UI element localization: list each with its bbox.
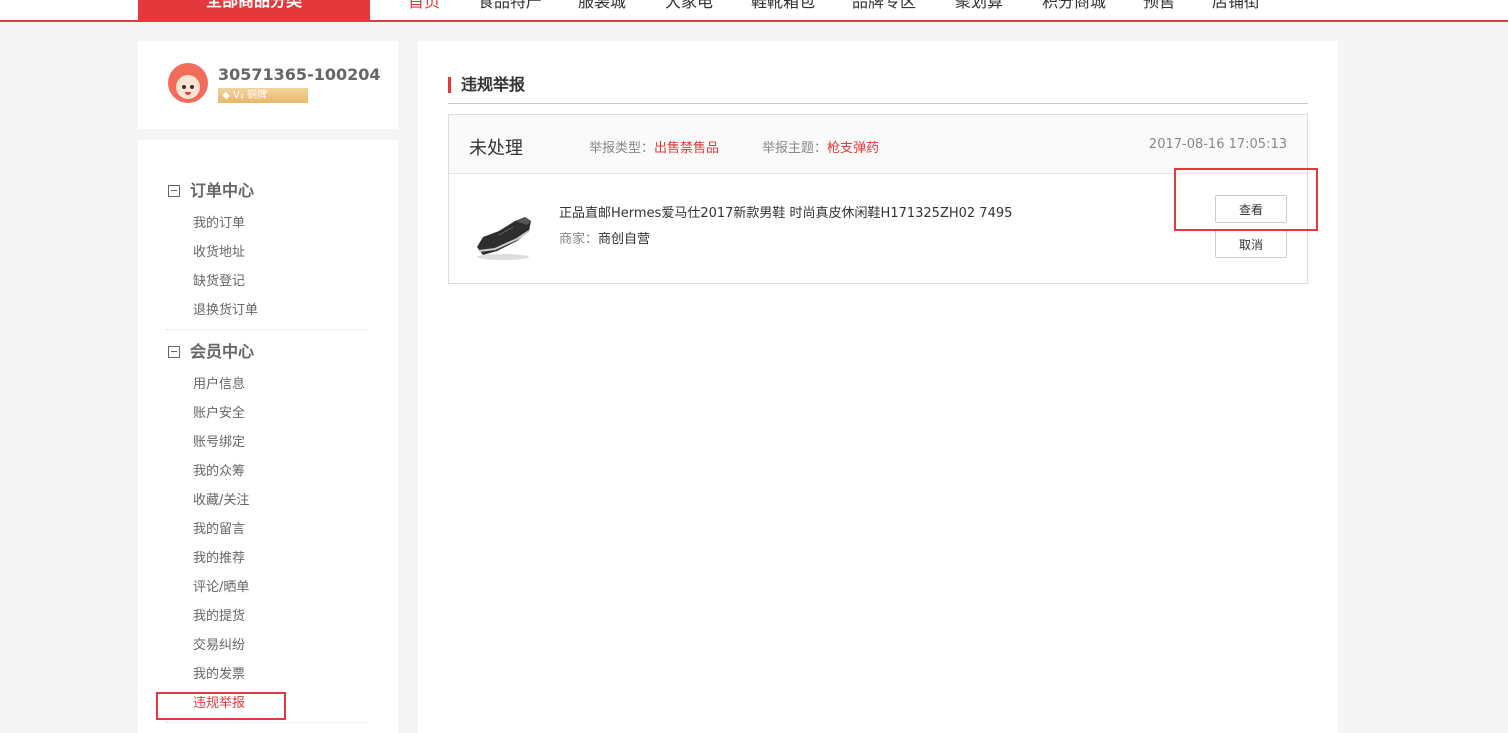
sidebar-item-favorites[interactable]: 收藏/关注 <box>193 492 249 509</box>
sidebar-item-account-binding[interactable]: 账号绑定 <box>193 434 245 451</box>
nav-food[interactable]: 食品特产 <box>478 0 542 13</box>
main-panel: 违规举报 未处理 举报类型：出售禁售品 举报主题：枪支弹药 2017-08-16… <box>418 41 1338 733</box>
nav-group-buy[interactable]: 聚划算 <box>955 0 1003 13</box>
sidebar: 订单中心 我的订单 收货地址 缺货登记 退换货订单 会员中心 用户信息 账户安全… <box>138 140 398 733</box>
nav-points-mall[interactable]: 积分商城 <box>1042 0 1106 13</box>
report-header: 未处理 举报类型：出售禁售品 举报主题：枪支弹药 2017-08-16 17:0… <box>449 115 1307 174</box>
nav-appliances[interactable]: 大家电 <box>665 0 713 13</box>
nav-clothing[interactable]: 服装城 <box>578 0 626 13</box>
avatar[interactable] <box>168 63 208 103</box>
report-type-label: 举报类型： <box>589 141 655 156</box>
highlight-box <box>156 692 286 720</box>
sidebar-item-address[interactable]: 收货地址 <box>193 244 245 261</box>
username: 30571365-100204 <box>218 65 381 84</box>
all-categories-button[interactable]: 全部商品分类 <box>138 0 370 20</box>
divider <box>166 329 368 330</box>
report-status: 未处理 <box>469 138 523 159</box>
sidebar-item-invoices[interactable]: 我的发票 <box>193 666 245 683</box>
sidebar-item-messages[interactable]: 我的留言 <box>193 521 245 538</box>
level-prefix: V₁ <box>233 90 244 101</box>
nav-home[interactable]: 首页 <box>408 0 440 13</box>
seller-info: 商家：商创自营 <box>559 228 650 247</box>
sidebar-item-out-of-stock[interactable]: 缺货登记 <box>193 273 245 290</box>
divider <box>166 722 368 723</box>
report-type: 举报类型：出售禁售品 <box>589 137 719 156</box>
sidebar-item-my-orders[interactable]: 我的订单 <box>193 215 245 232</box>
cancel-button[interactable]: 取消 <box>1215 230 1287 258</box>
sidebar-item-account-security[interactable]: 账户安全 <box>193 405 245 422</box>
sidebar-item-reviews[interactable]: 评论/晒单 <box>193 579 249 596</box>
highlight-box <box>1174 168 1318 231</box>
section-title: 订单中心 <box>190 181 255 200</box>
product-title[interactable]: 正品直邮Hermes爱马仕2017新款男鞋 时尚真皮休闲鞋H171325ZH02… <box>559 202 1012 221</box>
collapse-icon[interactable] <box>168 185 180 197</box>
section-title: 会员中心 <box>190 342 255 361</box>
nav-shoes-bags[interactable]: 鞋靴箱包 <box>751 0 815 13</box>
nav-stores[interactable]: 店铺街 <box>1212 0 1260 13</box>
report-subject-value: 枪支弹药 <box>827 141 880 156</box>
report-subject-label: 举报主题： <box>762 141 828 156</box>
sidebar-item-pickup[interactable]: 我的提货 <box>193 608 245 625</box>
sidebar-item-crowdfunding[interactable]: 我的众筹 <box>193 463 245 480</box>
nav-presale[interactable]: 预售 <box>1143 0 1175 13</box>
product-image[interactable] <box>469 195 539 265</box>
section-member-center[interactable]: 会员中心 <box>168 342 254 362</box>
sidebar-item-user-info[interactable]: 用户信息 <box>193 376 245 393</box>
collapse-icon[interactable] <box>168 346 180 358</box>
sidebar-item-returns[interactable]: 退换货订单 <box>193 302 258 319</box>
level-name: 铜牌 <box>247 90 268 101</box>
section-order-center[interactable]: 订单中心 <box>168 181 254 201</box>
seller-name[interactable]: 商创自营 <box>598 232 650 247</box>
profile-card: 30571365-100204 V₁ 铜牌 <box>138 41 398 129</box>
diamond-icon <box>222 91 230 99</box>
top-nav: 全部商品分类 首页 食品特产 服装城 大家电 鞋靴箱包 品牌专区 聚划算 积分商… <box>0 0 1508 22</box>
sidebar-item-disputes[interactable]: 交易纠纷 <box>193 637 245 654</box>
nav-brands[interactable]: 品牌专区 <box>852 0 916 13</box>
avatar-face <box>176 75 200 99</box>
member-level-badge: V₁ 铜牌 <box>218 88 308 103</box>
report-subject: 举报主题：枪支弹药 <box>762 137 879 156</box>
page-title: 违规举报 <box>448 77 525 93</box>
sidebar-item-referrals[interactable]: 我的推荐 <box>193 550 245 567</box>
report-type-value: 出售禁售品 <box>654 141 720 156</box>
report-datetime: 2017-08-16 17:05:13 <box>1148 137 1287 152</box>
title-divider <box>448 103 1308 104</box>
seller-label: 商家： <box>559 232 599 247</box>
